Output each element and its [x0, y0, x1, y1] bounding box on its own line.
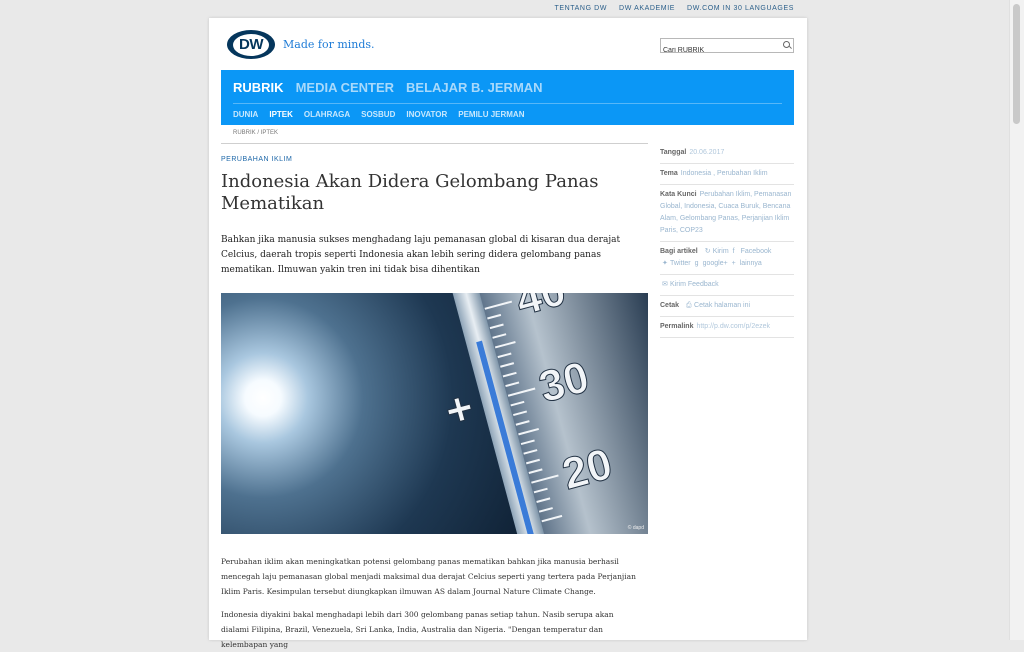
breadcrumb[interactable]: RUBRIK / IPTEK: [233, 130, 278, 136]
dw-logo-mark: DW: [227, 30, 275, 59]
article-kicker: PERUBAHAN IKLIM: [221, 156, 293, 163]
article-title: Indonesia Akan Didera Gelombang Panas Me…: [221, 171, 599, 214]
sidebar-permalink: Permalink http://p.dw.com/p/2ezek: [660, 317, 794, 338]
search-box[interactable]: [660, 38, 794, 57]
sidebar-date: Tanggal 20.06.2017: [660, 143, 794, 164]
image-credit: © dapd: [627, 525, 644, 531]
subnav-dunia[interactable]: DUNIA: [233, 110, 258, 119]
thermometer-illustration: 40 30 20 +: [439, 293, 648, 534]
topics-links[interactable]: Indonesia , Perubahan Iklim: [681, 170, 768, 177]
sidebar-keywords: Kata Kunci Perubahan Iklim, Pemanasan Glo…: [660, 185, 794, 242]
scrollbar[interactable]: [1009, 0, 1024, 640]
article-paragraph: Indonesia diyakini bakal menghadapi lebi…: [221, 610, 614, 649]
article-sidebar: Tanggal 20.06.2017 Tema Indonesia , Peruba…: [660, 143, 794, 338]
subnav-iptek[interactable]: IPTEK: [269, 110, 293, 119]
subnav-inovator[interactable]: INOVATOR: [406, 110, 447, 119]
mail-icon: ✉: [662, 281, 668, 288]
search-icon[interactable]: [783, 41, 790, 48]
print-icon: ⎙: [686, 302, 692, 309]
share-label: Bagi artikel: [660, 248, 698, 255]
share-send[interactable]: Kirim: [713, 248, 729, 255]
nav-belajar-jerman[interactable]: BELAJAR B. JERMAN: [406, 80, 543, 95]
nav-media-center[interactable]: MEDIA CENTER: [296, 80, 394, 95]
nav-rubrik[interactable]: RUBRIK: [233, 80, 284, 95]
date-label: Tanggal: [660, 149, 687, 156]
article-lead: Bahkan jika manusia sukses menghadang la…: [221, 235, 621, 275]
facebook-icon: f: [732, 248, 735, 255]
more-icon: +: [731, 260, 736, 267]
logo-tagline: Made for minds.: [283, 38, 375, 51]
topics-label: Tema: [660, 170, 678, 177]
date-value: 20.06.2017: [689, 149, 725, 156]
feedback-link[interactable]: Kirim Feedback: [670, 281, 719, 288]
share-icon: ↻: [704, 248, 711, 255]
print-link[interactable]: Cetak halaman ini: [694, 302, 750, 309]
subnav-olahraga[interactable]: OLAHRAGA: [304, 110, 350, 119]
share-more[interactable]: lainnya: [740, 260, 762, 267]
sidebar-print: Cetak ⎙ Cetak halaman ini: [660, 296, 794, 317]
share-twitter[interactable]: Twitter: [670, 260, 691, 267]
scrollbar-thumb[interactable]: [1013, 4, 1020, 124]
share-facebook[interactable]: Facebook: [741, 248, 772, 255]
subnav-sosbud[interactable]: SOSBUD: [361, 110, 395, 119]
sidebar-feedback: ✉ Kirim Feedback: [660, 275, 794, 296]
divider: [221, 143, 648, 144]
subnav-pemilu-jerman[interactable]: PEMILU JERMAN: [458, 110, 524, 119]
permalink-label: Permalink: [660, 323, 694, 330]
share-google[interactable]: google+: [703, 260, 728, 267]
link-languages[interactable]: DW.COM IN 30 LANGUAGES: [687, 5, 794, 12]
link-tentang-dw[interactable]: TENTANG DW: [555, 5, 608, 12]
top-links: TENTANG DW DW AKADEMIE DW.COM IN 30 LANG…: [555, 5, 795, 12]
print-label: Cetak: [660, 302, 680, 309]
page-container: DW Made for minds. RUBRIK MEDIA CENTER B…: [209, 18, 807, 649]
dw-logo[interactable]: DW Made for minds.: [227, 30, 375, 59]
main-navigation: RUBRIK MEDIA CENTER BELAJAR B. JERMAN DU…: [221, 70, 794, 125]
article-paragraph: Perubahan iklim akan meningkatkan potens…: [221, 557, 636, 596]
twitter-icon: ✦: [662, 260, 668, 267]
sidebar-share: Bagi artikel ↻ Kirim f Facebook ✦ Twitter g…: [660, 242, 794, 275]
article-image[interactable]: 40 30 20 + © dapd: [221, 293, 648, 534]
search-input[interactable]: [661, 44, 775, 57]
sidebar-topics: Tema Indonesia , Perubahan Iklim: [660, 164, 794, 185]
keywords-label: Kata Kunci: [660, 191, 697, 198]
permalink-value[interactable]: http://p.dw.com/p/2ezek: [696, 323, 770, 330]
thermo-label-plus: +: [440, 380, 479, 437]
link-dw-akademie[interactable]: DW AKADEMIE: [619, 5, 675, 12]
google-plus-icon: g: [694, 260, 699, 267]
nav-divider: [233, 103, 782, 104]
top-bar: TENTANG DW DW AKADEMIE DW.COM IN 30 LANG…: [0, 0, 1024, 18]
